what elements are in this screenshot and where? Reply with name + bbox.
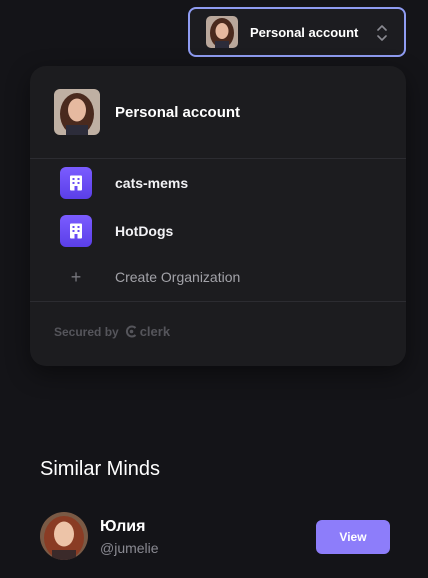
org-item-label: HotDogs — [115, 223, 174, 239]
section-title: Similar Minds — [40, 458, 161, 480]
avatar[interactable] — [40, 512, 88, 560]
personal-account-label: Personal account — [115, 103, 241, 121]
account-switcher-button[interactable]: Personal account — [188, 7, 406, 57]
clerk-brand-text: clerk — [139, 324, 171, 339]
person-name: Юлия — [100, 518, 146, 535]
plus-icon: + — [70, 267, 82, 287]
building-icon — [60, 215, 92, 247]
org-item-cats-mems[interactable]: cats-mems — [30, 159, 406, 207]
clerk-icon — [125, 325, 136, 338]
user-avatar — [206, 16, 238, 48]
chevron-up-down-icon — [377, 25, 387, 41]
clerk-logo[interactable]: clerk — [125, 324, 170, 339]
page: Personal account Personal account cats-m… — [0, 0, 428, 578]
create-organization-label: Create Organization — [115, 269, 241, 285]
secured-by-text: Secured by — [54, 324, 119, 339]
user-avatar — [54, 89, 100, 135]
org-item-label: cats-mems — [115, 175, 189, 191]
person-card: Юлия @jumelie View — [40, 512, 390, 562]
view-profile-button[interactable]: View — [316, 520, 390, 554]
secured-by-footer: Secured by clerk — [54, 324, 170, 339]
account-switcher-label: Personal account — [250, 24, 359, 40]
person-handle: @jumelie — [100, 540, 159, 556]
building-icon — [60, 167, 92, 199]
personal-account-item[interactable]: Personal account — [30, 66, 406, 159]
org-item-hotdogs[interactable]: HotDogs — [30, 207, 406, 255]
account-dropdown-panel: Personal account cats-mems HotDogs + Cre… — [30, 66, 406, 366]
create-organization-button[interactable]: + Create Organization — [30, 253, 406, 302]
